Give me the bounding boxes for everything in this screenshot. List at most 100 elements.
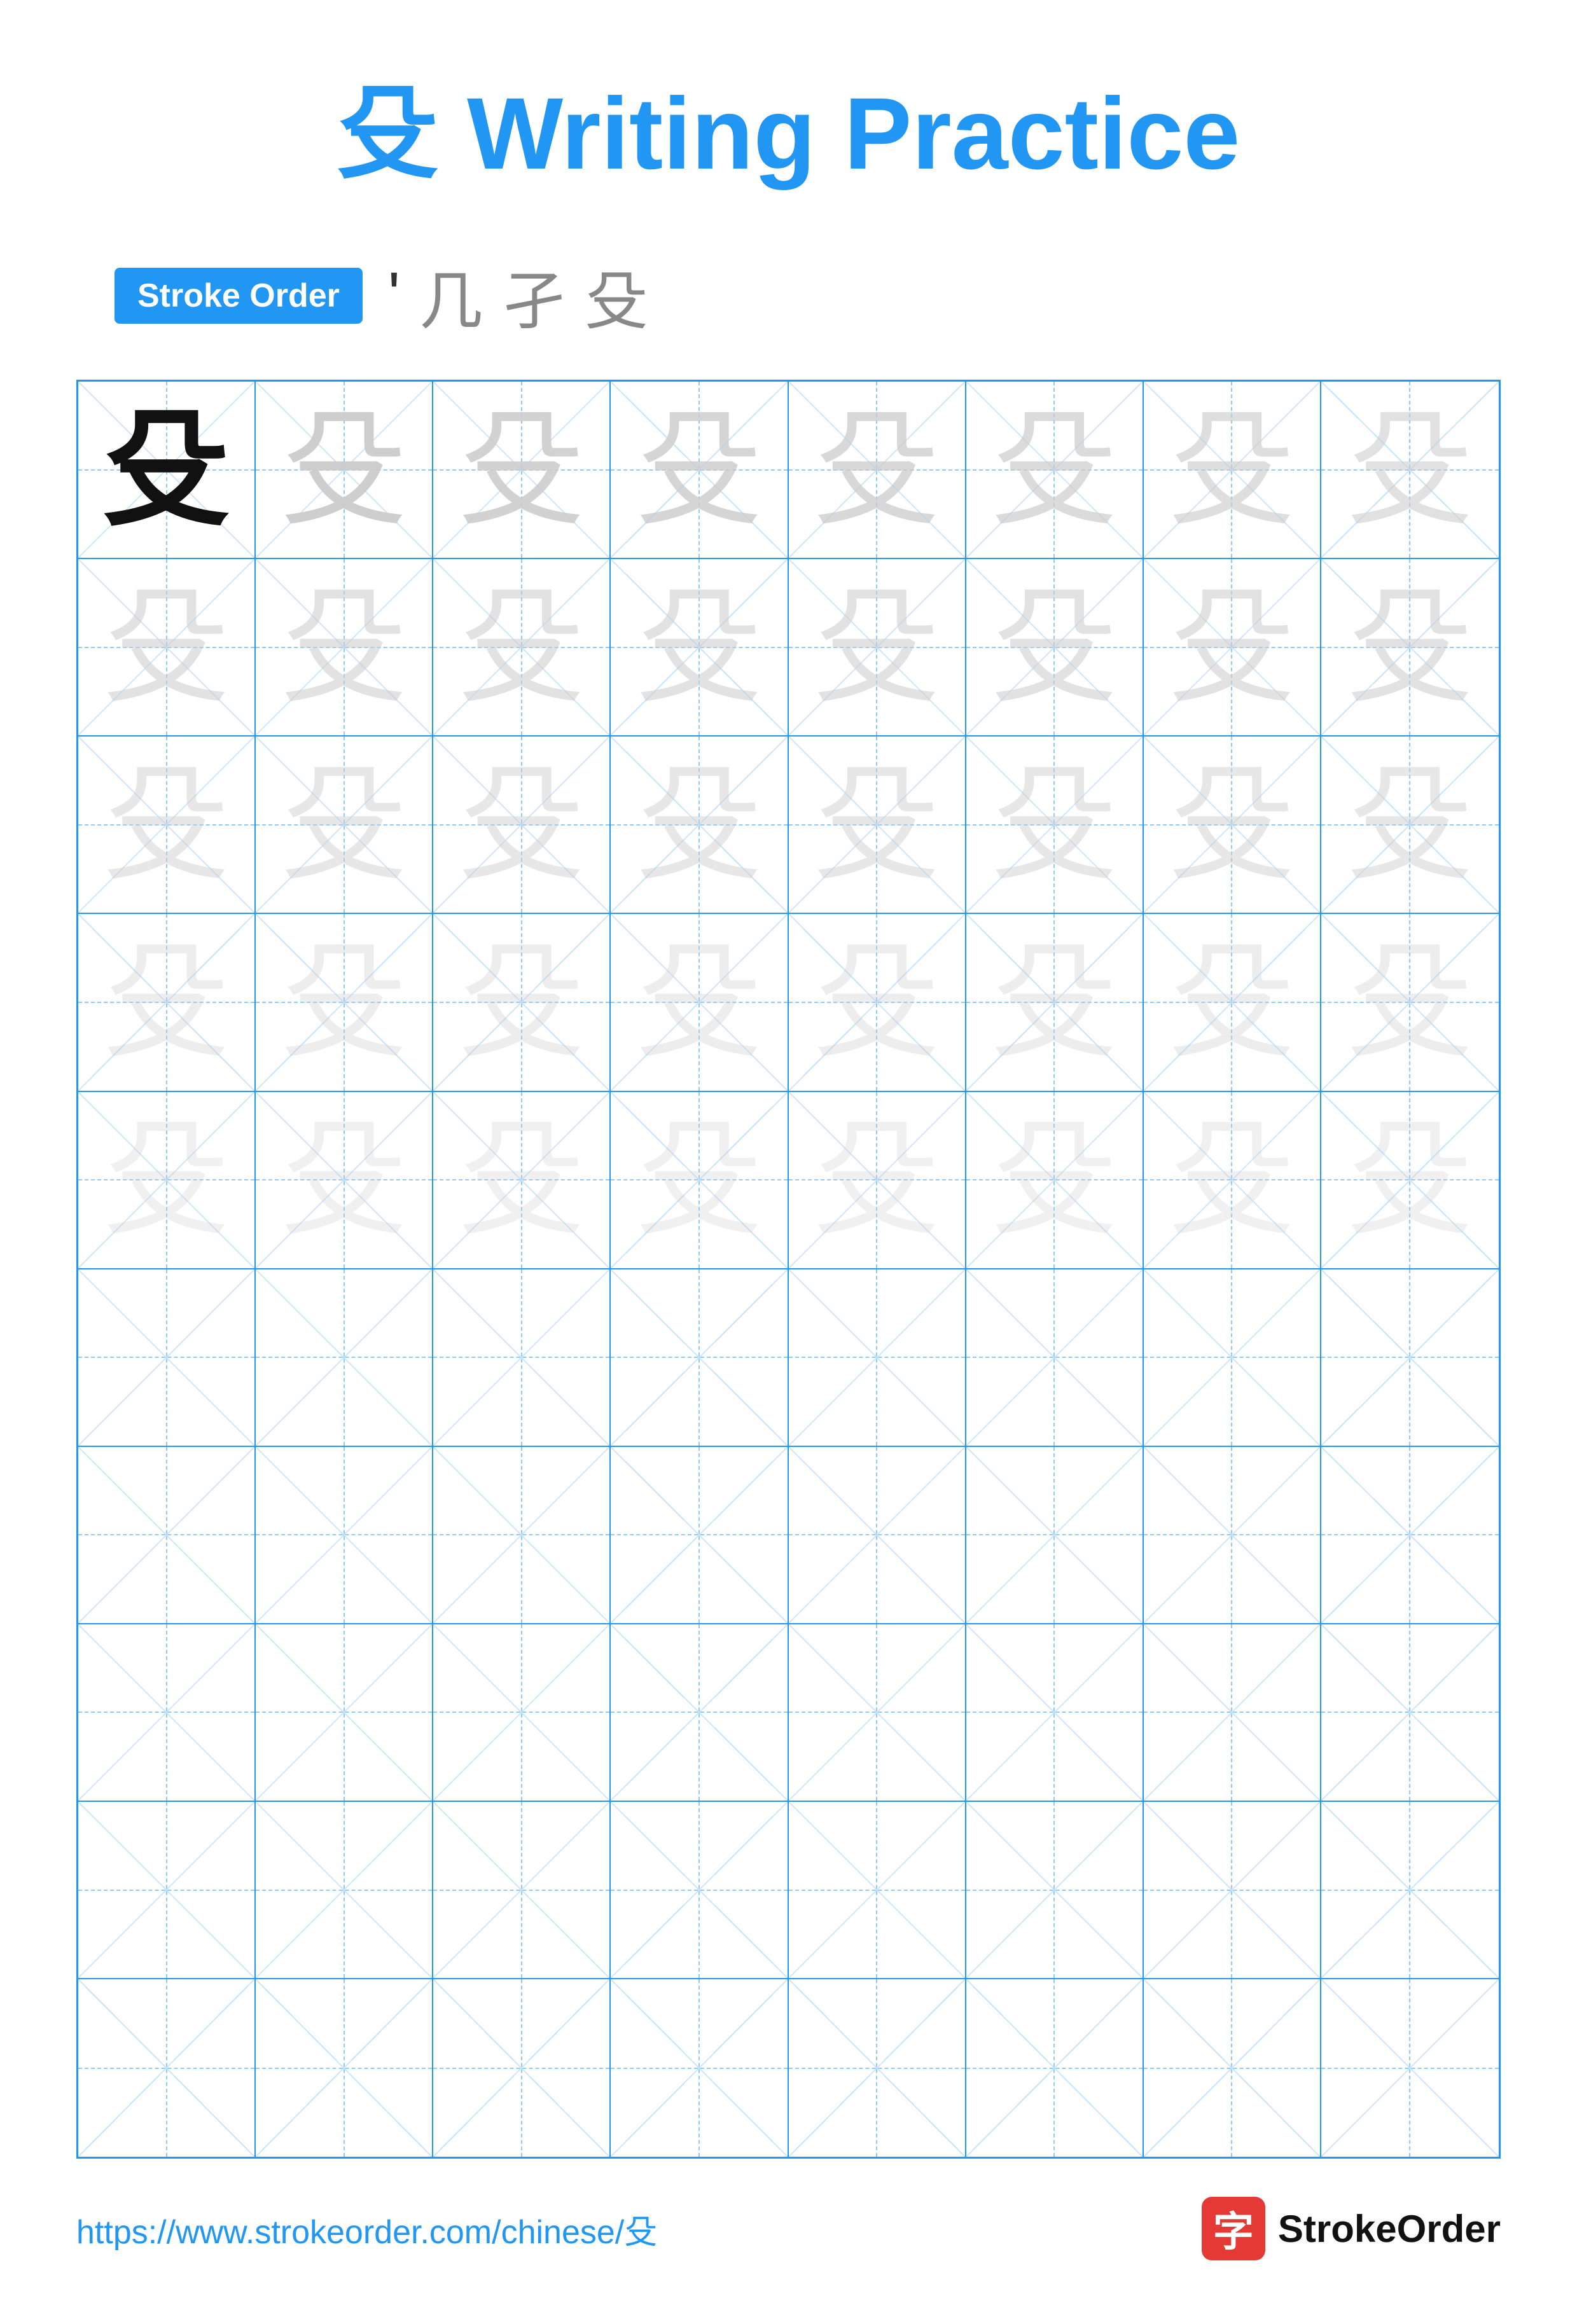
grid-cell[interactable]: 殳 [433, 914, 611, 1091]
grid-cell[interactable] [966, 1624, 1144, 1802]
cell-character: 殳 [103, 406, 230, 534]
grid-cell[interactable]: 殳 [1321, 382, 1499, 559]
grid-cell[interactable] [789, 1979, 966, 2157]
grid-cell[interactable]: 殳 [789, 1092, 966, 1269]
grid-cell[interactable]: 殳 [256, 382, 433, 559]
grid-cell[interactable] [433, 1447, 611, 1624]
grid-cell[interactable]: 殳 [1144, 382, 1321, 559]
grid-cell[interactable] [1144, 1447, 1321, 1624]
grid-cell[interactable] [611, 1624, 788, 1802]
grid-cell[interactable]: 殳 [1144, 737, 1321, 914]
grid-cell[interactable]: 殳 [78, 1092, 256, 1269]
grid-cell[interactable]: 殳 [789, 914, 966, 1091]
grid-cell[interactable] [1321, 1979, 1499, 2157]
grid-cell[interactable] [433, 1624, 611, 1802]
cell-character: 殳 [813, 761, 940, 889]
grid-cell[interactable]: 殳 [78, 914, 256, 1091]
grid-cell[interactable]: 殳 [1321, 1092, 1499, 1269]
grid-cell[interactable]: 殳 [966, 382, 1144, 559]
cell-guides [611, 1979, 787, 2157]
grid-cell[interactable] [789, 1447, 966, 1624]
grid-cell[interactable]: 殳 [256, 1092, 433, 1269]
grid-cell[interactable] [433, 1802, 611, 1979]
grid-cell[interactable] [256, 1979, 433, 2157]
grid-cell[interactable] [966, 1269, 1144, 1447]
grid-cell[interactable] [1144, 1802, 1321, 1979]
cell-character: 殳 [281, 761, 408, 889]
grid-cell[interactable] [256, 1447, 433, 1624]
grid-cell[interactable] [789, 1624, 966, 1802]
grid-cell[interactable]: 殳 [256, 914, 433, 1091]
grid-cell[interactable] [78, 1979, 256, 2157]
cell-guides [256, 1269, 432, 1446]
grid-cell[interactable]: 殳 [611, 737, 788, 914]
grid-cell[interactable] [256, 1802, 433, 1979]
stroke-order-badge: Stroke Order [115, 268, 363, 324]
grid-cell[interactable] [611, 1447, 788, 1624]
grid-cell[interactable]: 殳 [611, 914, 788, 1091]
grid-cell[interactable] [789, 1802, 966, 1979]
grid-cell[interactable]: 殳 [256, 737, 433, 914]
cell-character: 殳 [1168, 1116, 1295, 1243]
grid-cell[interactable]: 殳 [1321, 914, 1499, 1091]
grid-cell[interactable]: 殳 [789, 559, 966, 737]
page: 殳 Writing Practice Stroke Order ' 几 孑 殳 … [0, 0, 1577, 2324]
grid-cell[interactable] [966, 1447, 1144, 1624]
grid-cell[interactable]: 殳 [966, 737, 1144, 914]
cell-guides [789, 1802, 965, 1978]
grid-cell[interactable]: 殳 [1144, 914, 1321, 1091]
grid-cell[interactable]: 殳 [966, 914, 1144, 1091]
cell-character: 殳 [636, 939, 763, 1066]
grid-cell[interactable] [78, 1447, 256, 1624]
grid-cell[interactable]: 殳 [256, 559, 433, 737]
cell-guides [789, 1624, 965, 1801]
grid-cell[interactable]: 殳 [966, 1092, 1144, 1269]
cell-guides [1321, 1447, 1499, 1623]
grid-cell[interactable]: 殳 [1144, 1092, 1321, 1269]
grid-cell[interactable]: 殳 [78, 382, 256, 559]
grid-cell[interactable] [611, 1802, 788, 1979]
grid-cell[interactable] [78, 1624, 256, 1802]
grid-cell[interactable] [78, 1269, 256, 1447]
grid-cell[interactable]: 殳 [433, 1092, 611, 1269]
grid-cell[interactable]: 殳 [966, 559, 1144, 737]
grid-cell[interactable] [1321, 1802, 1499, 1979]
grid-cell[interactable] [789, 1269, 966, 1447]
grid-cell[interactable] [966, 1979, 1144, 2157]
grid-cell[interactable] [433, 1979, 611, 2157]
grid-cell[interactable]: 殳 [1321, 559, 1499, 737]
cell-guides [966, 1979, 1143, 2157]
cell-character: 殳 [636, 761, 763, 889]
footer-url[interactable]: https://www.strokeorder.com/chinese/殳 [76, 2205, 657, 2253]
grid-cell[interactable] [78, 1802, 256, 1979]
cell-character: 殳 [813, 584, 940, 711]
grid-cell[interactable] [611, 1269, 788, 1447]
grid-cell[interactable]: 殳 [789, 382, 966, 559]
grid-cell[interactable]: 殳 [433, 559, 611, 737]
grid-cell[interactable] [966, 1802, 1144, 1979]
grid-cell[interactable]: 殳 [78, 559, 256, 737]
grid-cell[interactable] [256, 1269, 433, 1447]
grid-cell[interactable]: 殳 [789, 737, 966, 914]
grid-cell[interactable] [611, 1979, 788, 2157]
grid-cell[interactable] [1144, 1269, 1321, 1447]
grid-cell[interactable]: 殳 [611, 382, 788, 559]
grid-cell[interactable] [1144, 1624, 1321, 1802]
grid-cell[interactable]: 殳 [611, 1092, 788, 1269]
grid-cell[interactable] [433, 1269, 611, 1447]
grid-cell[interactable] [1144, 1979, 1321, 2157]
grid-cell[interactable]: 殳 [433, 382, 611, 559]
cell-character: 殳 [281, 1116, 408, 1243]
cell-guides [789, 1979, 965, 2157]
cell-character: 殳 [813, 1116, 940, 1243]
grid-cell[interactable]: 殳 [78, 737, 256, 914]
grid-cell[interactable]: 殳 [611, 559, 788, 737]
grid-cell[interactable] [1321, 1624, 1499, 1802]
grid-cell[interactable] [256, 1624, 433, 1802]
grid-cell[interactable]: 殳 [1144, 559, 1321, 737]
grid-cell[interactable]: 殳 [1321, 737, 1499, 914]
cell-guides [966, 1802, 1143, 1978]
grid-cell[interactable] [1321, 1447, 1499, 1624]
grid-cell[interactable] [1321, 1269, 1499, 1447]
grid-cell[interactable]: 殳 [433, 737, 611, 914]
